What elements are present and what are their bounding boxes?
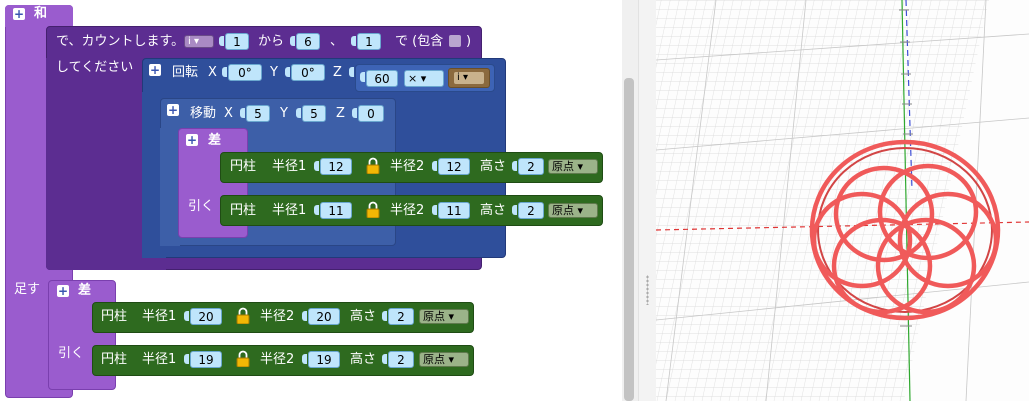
height-input[interactable]: 2 bbox=[518, 202, 544, 219]
cylinder-label: 円柱 bbox=[101, 309, 128, 324]
dropdown-arrow-icon: ▾ bbox=[448, 353, 455, 366]
dropdown-arrow-icon: ▾ bbox=[420, 72, 427, 85]
3d-scene bbox=[656, 0, 1029, 401]
loop-from-input[interactable]: 1 bbox=[225, 33, 249, 50]
difference-title-1: 差 bbox=[208, 133, 222, 148]
height-input[interactable]: 2 bbox=[388, 351, 414, 368]
height-label: 高さ bbox=[350, 309, 377, 324]
z-var-label: i bbox=[457, 72, 460, 83]
rotate-y-input[interactable]: 0° bbox=[291, 64, 325, 81]
height-label: 高さ bbox=[480, 203, 507, 218]
height-label: 高さ bbox=[480, 159, 507, 174]
plus-icon[interactable]: + bbox=[13, 8, 25, 20]
move-z-input[interactable]: 0 bbox=[358, 105, 384, 122]
scrollbar-thumb[interactable] bbox=[624, 78, 634, 401]
radius2-input[interactable]: 11 bbox=[438, 202, 470, 219]
difference-subtract-label-2: 引く bbox=[58, 346, 85, 361]
move-label: 移動 bbox=[190, 106, 217, 121]
radius2-label: 半径2 bbox=[390, 203, 425, 218]
workspace-scrollbar[interactable] bbox=[622, 0, 638, 401]
3d-viewport[interactable] bbox=[656, 0, 1029, 401]
union-title: 和 bbox=[34, 6, 48, 21]
drag-handle-icon[interactable] bbox=[646, 275, 649, 305]
origin-label: 原点 bbox=[423, 353, 445, 366]
radius1-input[interactable]: 11 bbox=[320, 202, 352, 219]
rotate-y-label: Y bbox=[270, 65, 278, 80]
rotate-x-label: X bbox=[208, 65, 217, 80]
loop-sep: 、 bbox=[330, 34, 344, 49]
origin-dropdown[interactable]: 原点 ▾ bbox=[419, 352, 469, 367]
plus-icon[interactable]: + bbox=[167, 104, 179, 116]
move-z-label: Z bbox=[336, 106, 345, 121]
height-input[interactable]: 2 bbox=[518, 158, 544, 175]
dropdown-arrow-icon: ▾ bbox=[577, 160, 584, 173]
radius2-input[interactable]: 20 bbox=[308, 308, 340, 325]
loop-text: で、カウントします。 bbox=[56, 34, 185, 49]
radius1-input[interactable]: 19 bbox=[190, 351, 222, 368]
cylinder-label: 円柱 bbox=[230, 203, 257, 218]
loop-var-label: i bbox=[188, 36, 191, 47]
radius1-label: 半径1 bbox=[272, 203, 307, 218]
operator-dropdown[interactable]: × ▾ bbox=[404, 70, 444, 87]
radius1-label: 半径1 bbox=[142, 352, 177, 367]
origin-dropdown[interactable]: 原点 ▾ bbox=[548, 203, 598, 218]
origin-dropdown[interactable]: 原点 ▾ bbox=[419, 309, 469, 324]
radius1-label: 半径1 bbox=[142, 309, 177, 324]
loop-close: ) bbox=[466, 34, 472, 49]
rotate-z-input[interactable]: 60 bbox=[366, 70, 398, 87]
height-label: 高さ bbox=[350, 352, 377, 367]
origin-label: 原点 bbox=[552, 160, 574, 173]
loop-var-dropdown[interactable]: i ▾ bbox=[184, 35, 214, 48]
radius1-input[interactable]: 20 bbox=[190, 308, 222, 325]
radius2-input[interactable]: 12 bbox=[438, 158, 470, 175]
radius2-label: 半径2 bbox=[260, 352, 295, 367]
origin-label: 原点 bbox=[423, 310, 445, 323]
loop-incl-label: で (包含 bbox=[395, 34, 444, 49]
loop-line2: してください bbox=[56, 60, 134, 75]
radius1-label: 半径1 bbox=[272, 159, 307, 174]
origin-dropdown[interactable]: 原点 ▾ bbox=[548, 159, 598, 174]
cylinder-label: 円柱 bbox=[101, 352, 128, 367]
plus-icon[interactable]: + bbox=[149, 64, 161, 76]
move-y-input[interactable]: 5 bbox=[302, 105, 326, 122]
loop-to-input[interactable]: 6 bbox=[296, 33, 320, 50]
lock-icon[interactable] bbox=[236, 307, 250, 324]
plus-icon[interactable]: + bbox=[57, 285, 69, 297]
move-x-input[interactable]: 5 bbox=[246, 105, 270, 122]
dropdown-arrow-icon: ▾ bbox=[577, 204, 584, 217]
checkbox-icon[interactable] bbox=[449, 35, 461, 47]
move-x-label: X bbox=[224, 106, 233, 121]
dropdown-arrow-icon: ▾ bbox=[448, 310, 455, 323]
cylinder-label: 円柱 bbox=[230, 159, 257, 174]
plus-icon[interactable]: + bbox=[186, 134, 198, 146]
radius1-input[interactable]: 12 bbox=[320, 158, 352, 175]
difference-title-2: 差 bbox=[78, 283, 92, 298]
dropdown-arrow-icon: ▾ bbox=[193, 36, 199, 47]
loop-from-label: から bbox=[258, 34, 285, 49]
z-var-dropdown[interactable]: i ▾ bbox=[453, 71, 485, 85]
radius2-input[interactable]: 19 bbox=[308, 351, 340, 368]
block-workspace[interactable]: + 和 足す で、カウントします。 i ▾ 1 から 6 、 1 で (包含 )… bbox=[0, 0, 622, 401]
operator-label: × bbox=[408, 72, 418, 85]
rotate-label: 回転 bbox=[172, 65, 199, 80]
height-input[interactable]: 2 bbox=[388, 308, 414, 325]
panel-divider[interactable] bbox=[638, 0, 657, 401]
move-y-label: Y bbox=[280, 106, 288, 121]
dropdown-arrow-icon: ▾ bbox=[462, 72, 468, 83]
lock-icon[interactable] bbox=[366, 201, 380, 218]
rotate-z-label: Z bbox=[333, 65, 342, 80]
radius2-label: 半径2 bbox=[260, 309, 295, 324]
lock-icon[interactable] bbox=[236, 350, 250, 367]
difference-subtract-label-1: 引く bbox=[188, 199, 215, 214]
origin-label: 原点 bbox=[552, 204, 574, 217]
loop-step-input[interactable]: 1 bbox=[357, 33, 381, 50]
radius2-label: 半径2 bbox=[390, 159, 425, 174]
lock-icon[interactable] bbox=[366, 157, 380, 174]
union-add-label: 足す bbox=[14, 282, 41, 297]
rotate-x-input[interactable]: 0° bbox=[228, 64, 262, 81]
